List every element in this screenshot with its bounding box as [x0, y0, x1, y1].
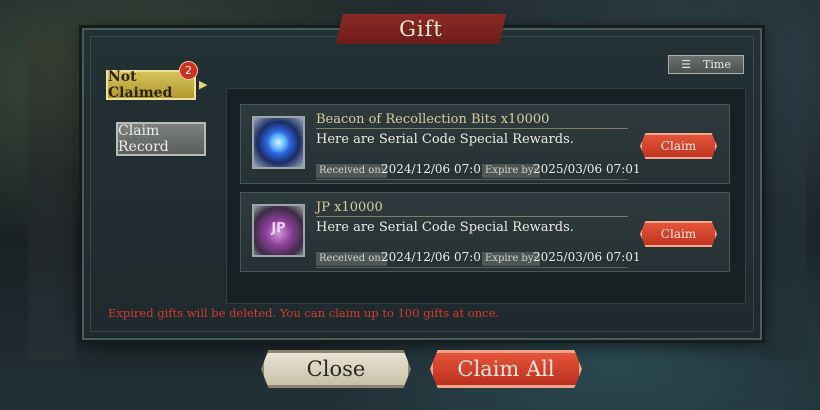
expire-label: Expire by:	[482, 252, 540, 266]
received-label: Received on:	[316, 164, 388, 178]
claim-button[interactable]: Claim	[640, 133, 717, 159]
expiry-warning: Expired gifts will be deleted. You can c…	[108, 306, 500, 320]
blue-orb-icon	[252, 116, 305, 169]
jp-crystal-icon	[252, 204, 305, 257]
tab-claim-record[interactable]: Claim Record	[116, 122, 206, 156]
expire-date: 2025/03/06 07:01	[533, 250, 641, 264]
sort-time-button[interactable]: ☰ Time	[668, 55, 744, 74]
gift-name: JP x10000	[316, 200, 628, 217]
claim-button[interactable]: Claim	[640, 221, 717, 247]
tab-claim-record-label: Claim Record	[118, 123, 169, 155]
sort-icon: ☰	[681, 58, 692, 71]
sort-label: Time	[703, 58, 731, 71]
received-label: Received on:	[316, 252, 388, 266]
gift-item: JP x10000 Here are Serial Code Special R…	[240, 192, 730, 272]
close-button[interactable]: Close	[261, 350, 411, 388]
expire-date: 2025/03/06 07:01	[533, 162, 641, 176]
gift-description: Here are Serial Code Special Rewards.	[316, 132, 574, 147]
gift-description: Here are Serial Code Special Rewards.	[316, 220, 574, 235]
background-right-panel	[760, 40, 806, 360]
gift-name: Beacon of Recollection Bits x10000	[316, 112, 628, 129]
received-date: 2024/12/06 07:01	[381, 162, 489, 176]
tab-arrow-icon: ▶	[199, 78, 208, 91]
dialog-title: Gift	[336, 14, 506, 44]
received-date: 2024/12/06 07:01	[381, 250, 489, 264]
expire-label: Expire by:	[482, 164, 540, 178]
gift-item: Beacon of Recollection Bits x10000 Here …	[240, 104, 730, 184]
meta-divider	[316, 267, 628, 268]
notification-badge: 2	[179, 61, 198, 80]
claim-all-button[interactable]: Claim All	[430, 350, 582, 388]
meta-divider	[316, 179, 628, 180]
background-left-panel	[28, 40, 76, 360]
